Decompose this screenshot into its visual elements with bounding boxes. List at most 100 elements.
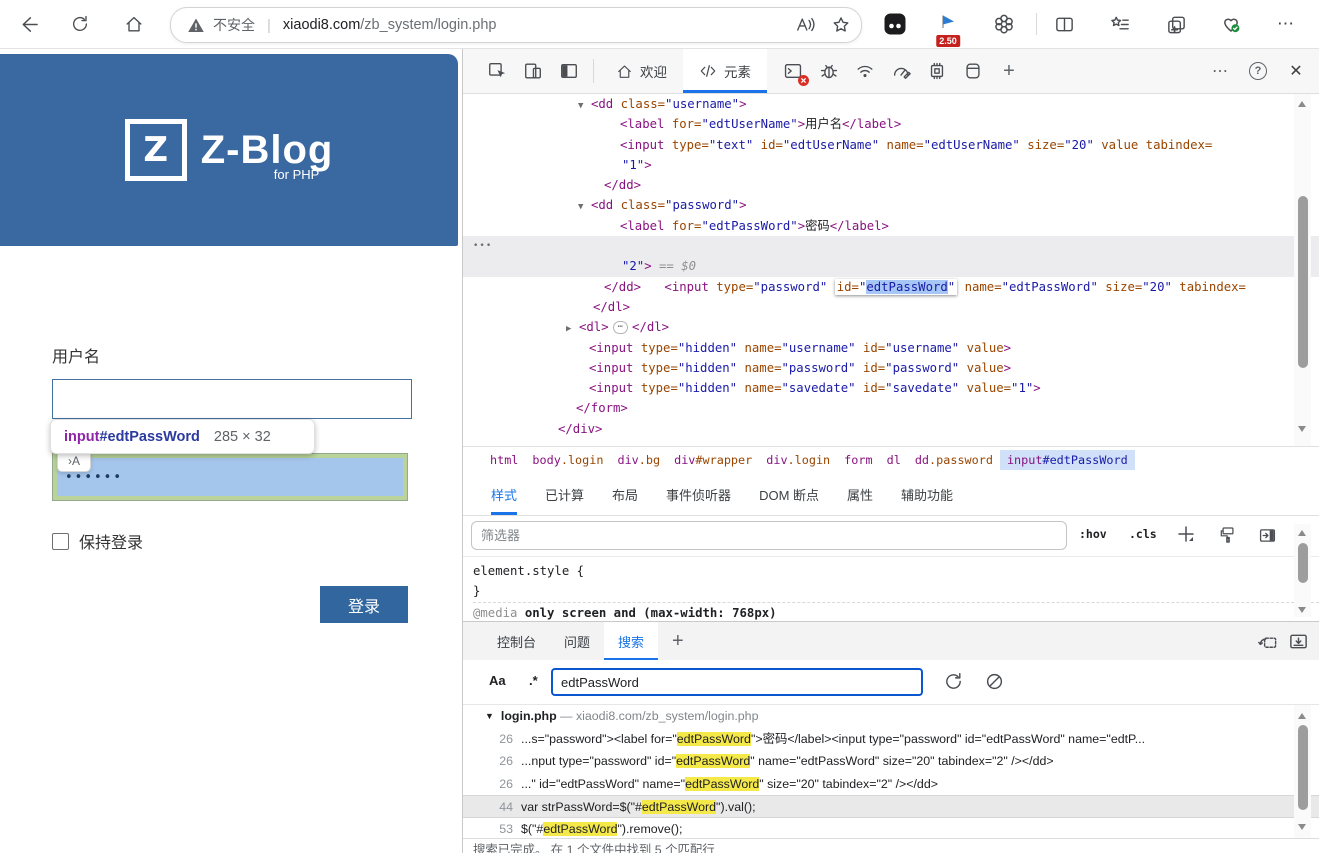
devtools-help-button[interactable]: ?	[1239, 52, 1277, 90]
url-path[interactable]: /zb_system/login.php	[360, 17, 496, 33]
flag-extension-icon[interactable]: 2.50	[928, 4, 968, 47]
match-case-toggle[interactable]: Aa	[489, 673, 506, 688]
scroll-down-arrow[interactable]	[1298, 824, 1306, 830]
results-scrollbar[interactable]	[1294, 705, 1311, 838]
username-input[interactable]	[52, 379, 412, 419]
login-button[interactable]: 登录	[320, 586, 408, 623]
breadcrumb-item[interactable]: div.login	[759, 450, 837, 470]
elements-scrollbar[interactable]	[1294, 94, 1311, 446]
performance-gauge-icon[interactable]	[883, 53, 919, 89]
breadcrumb-item[interactable]: dl	[880, 450, 908, 470]
search-result-row-selected[interactable]: 44 var strPassWord=$("#edtPassWord").val(…	[463, 795, 1319, 818]
search-refresh-icon[interactable]	[943, 671, 964, 692]
code-line[interactable]: </dd>	[463, 175, 1319, 195]
settings-more-icon[interactable]: ⋯	[1266, 4, 1306, 44]
new-style-rule-button[interactable]	[1175, 523, 1197, 545]
scrollbar-thumb[interactable]	[1297, 196, 1308, 368]
tab-accessibility[interactable]: 辅助功能	[901, 473, 953, 515]
add-tool-tab[interactable]: +	[991, 53, 1027, 89]
code-line[interactable]: <input type="hidden" name="savedate" id=…	[463, 378, 1319, 398]
breadcrumb-item[interactable]: div#wrapper	[667, 450, 759, 470]
search-result-row[interactable]: 26 ..." id="edtPassWord" name="edtPassWor…	[463, 773, 1319, 795]
code-line[interactable]: ▼ <dd class="username">	[463, 94, 1319, 114]
split-screen-icon[interactable]	[1044, 4, 1084, 44]
computed-sidebar-toggle-icon[interactable]	[1258, 526, 1277, 545]
regex-toggle[interactable]: .*	[529, 673, 538, 688]
breadcrumb-item[interactable]: dd.password	[908, 450, 1000, 470]
tab-groups-icon[interactable]	[1156, 4, 1196, 44]
element-style-rule-close[interactable]: }	[473, 581, 1319, 601]
code-line[interactable]: </dl>	[463, 297, 1319, 317]
tab-layout[interactable]: 布局	[612, 473, 638, 515]
code-line-selected[interactable]: ••• <input type="password" id="edtPassWo…	[463, 236, 1319, 295]
application-storage-icon[interactable]	[955, 53, 991, 89]
code-line[interactable]: <input type="text" id="edtUserName" name…	[463, 135, 1319, 155]
remember-login-checkbox[interactable]	[52, 532, 69, 550]
code-line[interactable]: <label for="edtUserName">用户名</label>	[463, 114, 1319, 134]
favorite-star-icon[interactable]	[831, 15, 851, 35]
url-domain[interactable]: xiaodi8.com	[283, 17, 360, 33]
extension-dark-icon[interactable]	[875, 4, 915, 44]
code-line[interactable]: </form>	[463, 398, 1319, 418]
devtools-more-options[interactable]: ⋯	[1201, 52, 1239, 90]
tab-computed[interactable]: 已计算	[545, 473, 584, 515]
node-more-actions[interactable]: •••	[473, 236, 492, 256]
address-bar[interactable]: 不安全 | xiaodi8.com/zb_system/login.php	[170, 7, 862, 43]
breadcrumb-item-selected[interactable]: input#edtPassWord	[999, 450, 1135, 470]
search-result-row[interactable]: 26 ...nput type="password" id="edtPassWor…	[463, 750, 1319, 772]
class-toggle[interactable]: .cls	[1129, 527, 1157, 541]
search-result-file-header[interactable]: ▼ login.php — xiaodi8.com/zb_system/login…	[463, 705, 1319, 728]
scroll-down-arrow[interactable]	[1298, 426, 1306, 432]
network-wifi-icon[interactable]	[847, 53, 883, 89]
undock-drawer-icon[interactable]	[1257, 631, 1278, 652]
code-line-selected[interactable]: "2"> == $0	[463, 256, 1319, 277]
code-line[interactable]: ▶ <dl> ⋯ </dl>	[463, 317, 1319, 337]
tab-event-listeners[interactable]: 事件侦听器	[666, 473, 731, 515]
breadcrumb-item[interactable]: form	[837, 450, 879, 470]
tab-styles[interactable]: 样式	[491, 473, 518, 515]
scroll-up-arrow[interactable]	[1298, 101, 1306, 107]
inspect-element-icon[interactable]	[479, 53, 515, 89]
scroll-up-arrow[interactable]	[1298, 530, 1306, 536]
breadcrumb-item[interactable]: html	[483, 450, 525, 470]
search-result-row[interactable]: 53 $("#edtPassWord").remove();	[463, 818, 1319, 838]
scrollbar-thumb[interactable]	[1297, 543, 1308, 583]
read-aloud-icon[interactable]	[795, 15, 815, 35]
home-button[interactable]	[114, 4, 154, 44]
console-tool-icon[interactable]	[775, 53, 811, 89]
tab-search[interactable]: 搜索	[604, 622, 659, 660]
element-style-rule-open[interactable]: element.style {	[473, 561, 1319, 581]
tab-welcome[interactable]: 欢迎	[600, 49, 683, 93]
back-button[interactable]	[8, 4, 48, 44]
code-line[interactable]: <input type="hidden" name="password" id=…	[463, 358, 1319, 378]
scrollbar-thumb[interactable]	[1297, 725, 1308, 810]
breadcrumb-item[interactable]: div.bg	[610, 450, 667, 470]
dock-drawer-icon[interactable]	[1288, 631, 1309, 652]
search-input[interactable]	[551, 668, 923, 696]
code-line[interactable]: </div>	[463, 419, 1319, 439]
scroll-down-arrow[interactable]	[1298, 607, 1306, 613]
side-panel-icon[interactable]	[551, 53, 587, 89]
code-line[interactable]: <input type="hidden" name="username" id=…	[463, 338, 1319, 358]
memory-chip-icon[interactable]	[919, 53, 955, 89]
tab-dom-breakpoints[interactable]: DOM 断点	[759, 473, 819, 515]
code-line[interactable]: "1">	[463, 155, 1319, 175]
devtools-close-button[interactable]: ✕	[1277, 52, 1315, 90]
tab-elements[interactable]: 元素	[683, 49, 767, 93]
scroll-up-arrow[interactable]	[1298, 713, 1306, 719]
device-toolbar-icon[interactable]	[515, 53, 551, 89]
code-line[interactable]: </dd>	[463, 277, 1319, 297]
media-query-rule[interactable]: @media only screen and (max-width: 768px…	[473, 602, 1319, 622]
refresh-button[interactable]	[60, 4, 100, 44]
code-line[interactable]: ▼ <dd class="password">	[463, 195, 1319, 215]
browser-essentials-icon[interactable]	[1211, 4, 1251, 44]
format-brush-icon[interactable]	[1219, 526, 1237, 544]
pseudo-state-toggle[interactable]: :hov	[1079, 527, 1107, 541]
breadcrumb-item[interactable]: body.login	[525, 450, 610, 470]
password-input-highlight-overlay[interactable]: ••••••	[52, 453, 408, 501]
styles-filter-input[interactable]	[471, 521, 1067, 550]
drawer-add-tab[interactable]: +	[658, 622, 698, 660]
tab-console[interactable]: 控制台	[483, 622, 550, 660]
expand-arrow[interactable]: ▼	[485, 711, 494, 721]
search-result-row[interactable]: 26 ...s="password"><label for="edtPassWor…	[463, 728, 1319, 750]
